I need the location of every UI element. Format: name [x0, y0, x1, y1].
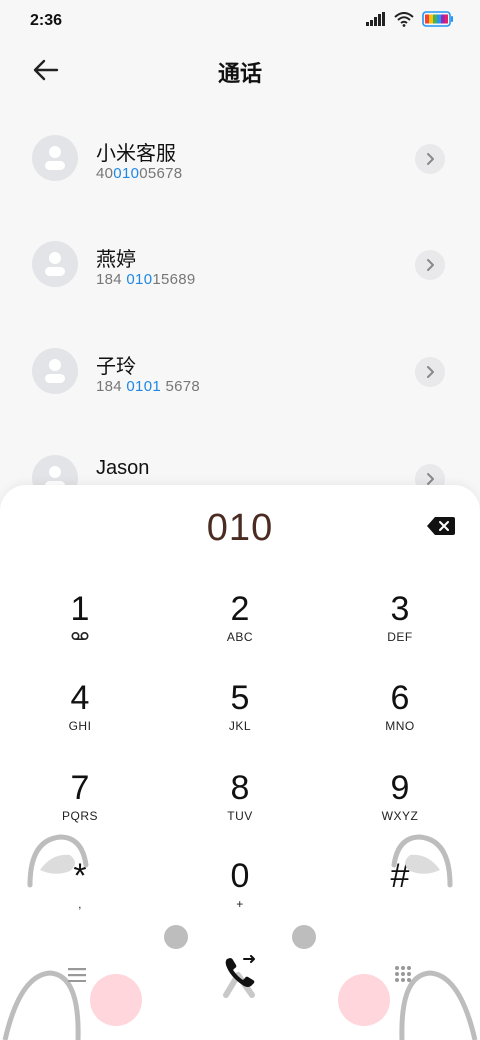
key-letters	[20, 630, 140, 644]
status-bar: 2:36	[0, 0, 480, 42]
dial-key-5[interactable]: 5 JKL	[180, 679, 300, 749]
key-digit: 7	[70, 769, 90, 807]
keypad-icon	[395, 966, 411, 982]
key-letters: JKL	[228, 719, 252, 733]
key-digit: 2	[230, 590, 250, 628]
menu-icon	[68, 968, 86, 982]
key-letters: GHI	[68, 719, 92, 733]
chevron-right-icon	[427, 259, 434, 271]
key-digit: 8	[230, 769, 250, 807]
signal-icon	[366, 12, 385, 26]
person-icon	[45, 146, 65, 170]
key-letters: TUV	[227, 809, 253, 823]
battery-icon	[422, 11, 453, 27]
dialed-number: 010	[206, 507, 274, 549]
dial-key-1[interactable]: 1	[20, 590, 140, 660]
dial-key-4[interactable]: 4 GHI	[20, 679, 140, 749]
chevron-right-icon	[427, 473, 434, 485]
menu-button[interactable]	[62, 960, 92, 990]
key-digit: 1	[70, 590, 90, 628]
person-icon	[45, 252, 65, 276]
avatar	[32, 135, 78, 181]
avatar	[32, 241, 78, 287]
contact-item[interactable]: 小米客服 4001005678	[0, 135, 480, 205]
avatar	[32, 348, 78, 394]
chevron-right-icon	[427, 153, 434, 165]
contact-detail-button[interactable]	[415, 357, 445, 387]
key-letters: WXYZ	[381, 809, 419, 823]
contact-number: 184 01015689	[96, 271, 196, 288]
delete-button[interactable]	[425, 515, 457, 537]
key-digit: 4	[70, 679, 90, 717]
keypad-toggle-button[interactable]	[388, 960, 418, 990]
key-letters: PQRS	[61, 809, 98, 823]
page-title: 通话	[217, 61, 262, 86]
contact-name: Jason	[96, 457, 150, 479]
status-icons	[366, 11, 454, 27]
call-button[interactable]	[216, 953, 264, 993]
dialpad: 010 1 2 ABC 3 DEF 4 GHI 5 JKL 6 MNO 7 PQ…	[0, 485, 480, 1040]
status-time: 2:36	[30, 12, 63, 29]
backspace-icon	[427, 517, 455, 535]
key-digit: 5	[230, 679, 250, 717]
dial-key-6[interactable]: 6 MNO	[340, 679, 460, 749]
wifi-icon	[394, 11, 414, 27]
phone-icon	[225, 955, 255, 987]
dial-key-3[interactable]: 3 DEF	[340, 590, 460, 660]
character-decoration	[2, 834, 478, 1040]
contact-number: 4001005678	[96, 165, 183, 182]
key-digit: 3	[390, 590, 410, 628]
contact-detail-button[interactable]	[415, 250, 445, 280]
key-digit: 9	[390, 769, 410, 807]
contact-item[interactable]: 燕婷 184 01015689	[0, 241, 480, 311]
dial-key-2[interactable]: 2 ABC	[180, 590, 300, 660]
contact-number: 184 0101 5678	[96, 378, 201, 395]
contact-name: 子玲	[96, 356, 136, 378]
key-letters: MNO	[385, 719, 415, 733]
person-icon	[45, 359, 65, 383]
header: 通话	[0, 42, 480, 98]
contact-detail-button[interactable]	[415, 144, 445, 174]
key-letters: DEF	[387, 630, 413, 644]
contact-name: 小米客服	[96, 143, 176, 165]
key-letters: ABC	[226, 630, 254, 644]
contact-item[interactable]: 子玲 184 0101 5678	[0, 348, 480, 418]
chevron-right-icon	[427, 366, 434, 378]
key-digit: 6	[390, 679, 410, 717]
contact-name: 燕婷	[96, 249, 136, 271]
voicemail-icon	[71, 631, 89, 641]
